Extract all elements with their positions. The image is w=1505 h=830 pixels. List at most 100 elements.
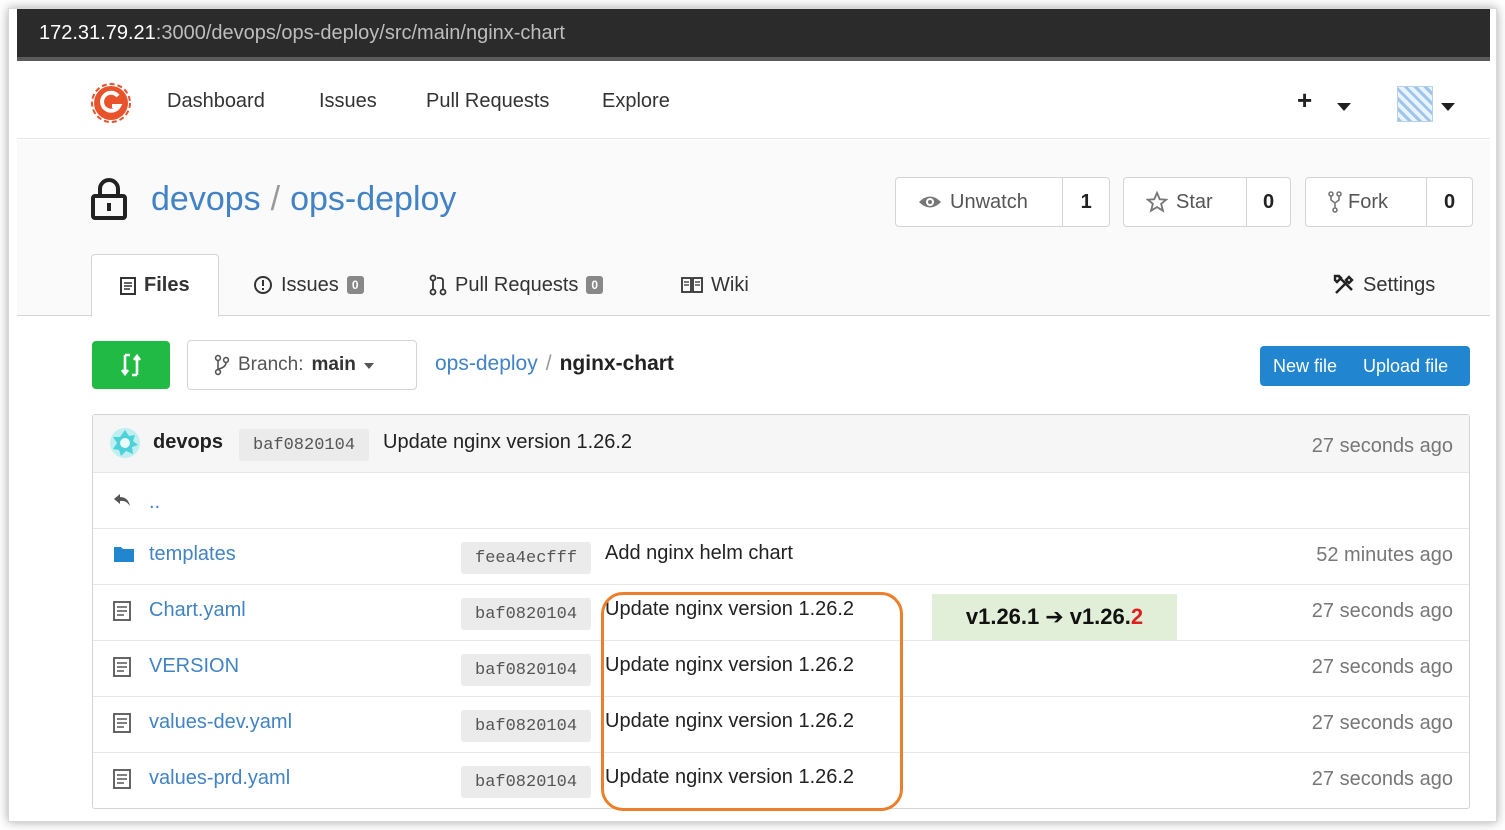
file-commit-sha[interactable]: feea4ecfff [461,542,592,574]
book-icon [681,277,703,293]
folder-icon [114,547,134,562]
file-commit-age: 52 minutes ago [1316,544,1453,566]
branch-prefix: Branch: [238,354,304,375]
tools-icon [1333,274,1354,294]
fork-icon [1328,191,1342,213]
nav-issues[interactable]: Issues [319,90,377,113]
top-nav: Dashboard Issues Pull Requests Explore + [17,65,1490,139]
file-commit-sha[interactable]: baf0820104 [461,654,592,686]
git-branch-icon [214,354,230,376]
git-pull-request-icon [429,274,447,296]
tab-wiki[interactable]: Wiki [681,254,749,316]
file-row: templates feea4ecfff Add nginx helm char… [93,528,1469,584]
star-button[interactable]: Star [1124,178,1247,226]
unwatch-label: Unwatch [950,190,1028,213]
upload-file-button[interactable]: Upload file [1350,356,1461,377]
repo-owner-link[interactable]: devops [151,180,261,218]
user-menu-chevron-down-icon[interactable] [1441,103,1455,111]
nav-pull-requests[interactable]: Pull Requests [426,90,549,113]
parent-directory-link[interactable]: .. [149,491,160,514]
file-commit-sha[interactable]: baf0820104 [461,598,592,630]
file-text-icon [113,601,131,621]
commit-message[interactable]: Update nginx version 1.26.2 [383,431,632,454]
url-host: 172.31.79.21 [39,22,156,44]
compare-button[interactable] [92,341,170,389]
create-new-plus-icon[interactable]: + [1297,85,1312,116]
file-name-link[interactable]: templates [149,543,236,566]
fork-button-group: Fork 0 [1305,177,1473,227]
star-label: Star [1176,190,1213,213]
file-name-link[interactable]: values-prd.yaml [149,767,290,790]
breadcrumb-current: nginx-chart [559,352,674,375]
branch-selector[interactable]: Branch: main [187,340,417,390]
url-text[interactable]: 172.31.79.21:3000/devops/ops-deploy/src/… [39,22,565,45]
issues-count-badge: 0 [346,276,364,294]
pulls-count-badge: 0 [586,276,604,294]
file-commit-age: 27 seconds ago [1311,768,1453,790]
tab-files-label: Files [144,274,190,296]
branch-name: main [311,354,356,375]
private-lock-icon [91,178,127,220]
tab-files[interactable]: Files [91,254,219,317]
unwatch-button[interactable]: Unwatch [896,178,1064,226]
file-name-link[interactable]: values-dev.yaml [149,711,292,734]
fork-label: Fork [1348,190,1388,213]
tab-settings-label: Settings [1363,273,1436,296]
tab-pull-requests-label: Pull Requests [455,273,579,296]
watch-count[interactable]: 1 [1063,178,1109,226]
new-file-button[interactable]: New file [1260,356,1350,377]
file-commit-message[interactable]: Add nginx helm chart [605,542,793,565]
compare-arrows-icon [120,353,142,377]
file-commit-sha[interactable]: baf0820104 [461,710,592,742]
tab-issues[interactable]: Issues 0 [253,254,364,316]
version-from: v1.26.1 [965,604,1040,629]
path-breadcrumb: ops-deploy / nginx-chart [435,352,674,376]
latest-commit-row: devops baf0820104 Update nginx version 1… [93,415,1469,472]
user-avatar[interactable] [1397,86,1433,122]
version-changed-digit: 2 [1130,604,1144,629]
file-text-icon [113,769,131,789]
nav-dashboard[interactable]: Dashboard [167,90,265,113]
tab-pull-requests[interactable]: Pull Requests 0 [429,254,604,316]
tab-issues-label: Issues [281,273,339,296]
star-button-group: Star 0 [1123,177,1291,227]
file-commit-age: 27 seconds ago [1311,600,1453,622]
file-commit-sha[interactable]: baf0820104 [461,766,592,798]
file-actions-group: New file Upload file [1260,346,1470,386]
parent-directory-row[interactable]: .. [93,472,1469,528]
branch-dropdown-chevron-down-icon [363,363,374,369]
repo-name-link[interactable]: ops-deploy [290,180,456,218]
repo-title-separator: / [270,180,281,218]
fork-count[interactable]: 0 [1427,178,1472,226]
star-icon [1146,191,1168,213]
commit-age: 27 seconds ago [1311,435,1453,457]
commit-author[interactable]: devops [153,431,223,454]
right-arrow-icon: ➔ [1045,604,1064,629]
file-commit-age: 27 seconds ago [1311,656,1453,678]
issue-opened-icon [254,276,272,294]
create-menu-chevron-down-icon[interactable] [1337,103,1351,111]
tab-settings[interactable]: Settings [1333,254,1435,316]
file-name-link[interactable]: Chart.yaml [149,599,246,622]
file-text-icon [113,657,131,677]
file-name-link[interactable]: VERSION [149,655,239,678]
file-text-icon [113,713,131,733]
repo-title: devops / ops-deploy [151,180,456,219]
star-count[interactable]: 0 [1247,178,1290,226]
breadcrumb-root-link[interactable]: ops-deploy [435,352,538,375]
url-path: :3000/devops/ops-deploy/src/main/nginx-c… [155,22,565,44]
gitea-logo-icon[interactable] [91,83,131,123]
address-bar[interactable]: 172.31.79.21:3000/devops/ops-deploy/src/… [17,9,1490,61]
reply-arrow-icon [114,494,130,506]
fork-button[interactable]: Fork [1306,178,1427,226]
commit-sha[interactable]: baf0820104 [239,429,370,461]
highlight-outline [601,592,903,811]
version-to: v1.26.2 [1070,604,1143,630]
tab-wiki-label: Wiki [711,273,749,296]
file-text-icon [120,276,136,295]
author-avatar[interactable] [109,427,141,459]
nav-explore[interactable]: Explore [602,90,670,113]
breadcrumb-separator: / [545,352,552,375]
repo-tabs: Files Issues 0 Pull Requests 0 Wiki Sett… [91,254,1490,317]
eye-icon [919,196,941,208]
